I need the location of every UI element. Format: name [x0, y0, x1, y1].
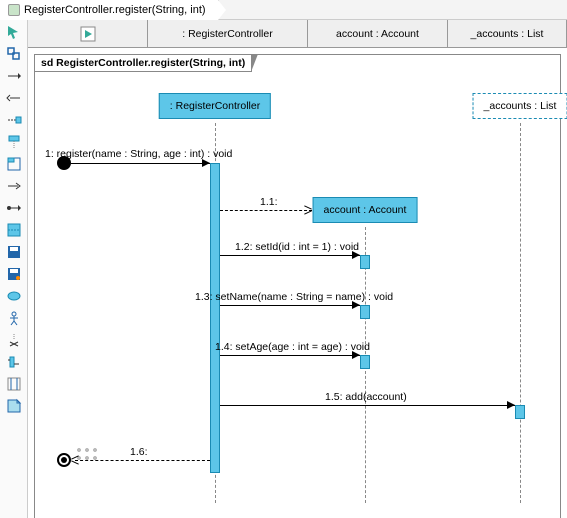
canvas-area: : RegisterController account : Account _… [28, 20, 567, 518]
message-1[interactable] [71, 163, 210, 164]
tab-bar: RegisterController.register(String, int) [0, 0, 567, 20]
state-invariant-tool[interactable] [4, 286, 24, 306]
activation-accounts-1[interactable] [515, 405, 525, 419]
lifeline-header-row: : RegisterController account : Account _… [28, 20, 567, 48]
message-tool[interactable] [4, 66, 24, 86]
label-1-1: 1.1: [260, 196, 278, 208]
sd-frame[interactable]: sd RegisterController.register(String, i… [34, 54, 561, 518]
alt-fragment-tool[interactable] [4, 220, 24, 240]
header-cell-play [28, 20, 148, 48]
palette-toolbar [0, 20, 28, 518]
lifeline-tool[interactable] [4, 132, 24, 152]
label-1-5: 1.5: add(account) [325, 391, 407, 403]
arrow-1-6 [71, 456, 79, 464]
interaction-use-tool[interactable] [4, 352, 24, 372]
activation-account-2[interactable] [360, 305, 370, 319]
label-1-2: 1.2: setId(id : int = 1) : void [235, 241, 359, 253]
message-1-2[interactable] [220, 255, 360, 256]
lifeline-head-controller[interactable]: : RegisterController [159, 93, 271, 119]
header-cell-accounts[interactable]: _accounts : List [448, 20, 567, 48]
destruction-tool[interactable] [4, 330, 24, 350]
header-cell-controller[interactable]: : RegisterController [148, 20, 308, 48]
found-message-tool[interactable] [4, 198, 24, 218]
lifeline-line-accounts [520, 123, 521, 503]
message-1-4[interactable] [220, 355, 360, 356]
actor-tool[interactable] [4, 308, 24, 328]
sequence-diagram-icon [8, 4, 20, 16]
main-area: : RegisterController account : Account _… [0, 20, 567, 518]
label-1-3: 1.3: setName(name : String = name) : voi… [195, 291, 393, 303]
label-1-6: 1.6: [130, 446, 148, 458]
save-tool-1[interactable] [4, 242, 24, 262]
message-1-5[interactable] [220, 405, 515, 406]
activation-account-3[interactable] [360, 355, 370, 369]
play-icon [80, 26, 96, 42]
async-message-tool[interactable] [4, 176, 24, 196]
tab-title: RegisterController.register(String, int) [24, 4, 206, 16]
arrow-1-1 [310, 206, 318, 214]
lifeline-head-accounts[interactable]: _accounts : List [473, 93, 567, 119]
sd-frame-label: sd RegisterController.register(String, i… [34, 54, 252, 72]
message-1-6[interactable] [75, 460, 210, 461]
label-1: 1: register(name : String, age : int) : … [45, 148, 232, 160]
header-cell-account[interactable]: account : Account [308, 20, 448, 48]
message-1-3[interactable] [220, 305, 360, 306]
return-tool[interactable] [4, 88, 24, 108]
activation-account-1[interactable] [360, 255, 370, 269]
end-node[interactable] [57, 453, 71, 467]
note-tool[interactable] [4, 396, 24, 416]
save-tool-2[interactable] [4, 264, 24, 284]
diagram-canvas[interactable]: sd RegisterController.register(String, i… [28, 48, 567, 518]
selection-tool[interactable] [4, 22, 24, 42]
editor-tab[interactable]: RegisterController.register(String, int) [0, 0, 219, 20]
arrow-1-5 [507, 401, 515, 409]
lifeline-head-account[interactable]: account : Account [313, 197, 418, 223]
create-message-tool[interactable] [4, 110, 24, 130]
arrow-1 [202, 159, 210, 167]
label-1-4: 1.4: setAge(age : int = age) : void [215, 341, 370, 353]
duration-tool[interactable] [4, 374, 24, 394]
activation-controller[interactable] [210, 163, 220, 473]
zoom-tool[interactable] [4, 44, 24, 64]
message-1-1[interactable] [220, 210, 312, 211]
combined-fragment-tool[interactable] [4, 154, 24, 174]
